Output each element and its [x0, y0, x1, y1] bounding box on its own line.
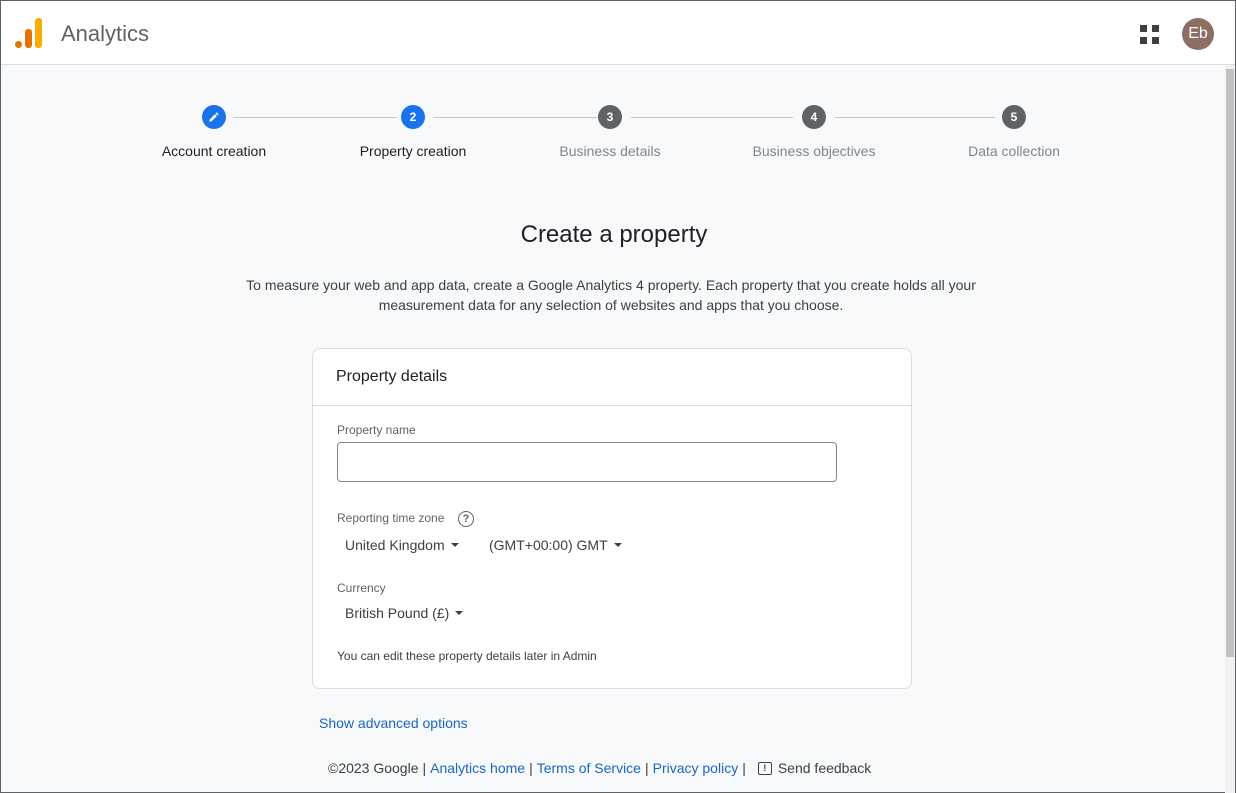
- step-property-creation[interactable]: 2 Property creation: [313, 105, 513, 159]
- currency-select-value: British Pound (£): [345, 605, 450, 621]
- analytics-home-link[interactable]: Analytics home: [430, 760, 525, 776]
- card-header: Property details: [313, 349, 911, 406]
- step-business-details: 3 Business details: [510, 105, 710, 159]
- step-business-objectives: 4 Business objectives: [714, 105, 914, 159]
- dropdown-caret-icon: [455, 611, 464, 615]
- currency-label: Currency: [337, 581, 386, 595]
- help-icon[interactable]: ?: [458, 511, 474, 527]
- separator: |: [742, 760, 746, 776]
- pencil-icon: [202, 105, 226, 129]
- step-label: Property creation: [359, 143, 467, 159]
- footer: ©2023 Google | Analytics home | Terms of…: [328, 760, 871, 776]
- step-label: Account creation: [161, 143, 267, 159]
- step-label: Business details: [559, 143, 661, 159]
- timezone-label: Reporting time zone: [337, 511, 445, 525]
- description-line: measurement data for any selection of we…: [378, 297, 844, 313]
- page-description: To measure your web and app data, create…: [201, 275, 1021, 315]
- step-number: 2: [401, 105, 425, 129]
- timezone-select[interactable]: (GMT+00:00) GMT: [489, 537, 622, 553]
- copyright: ©2023 Google: [328, 760, 419, 776]
- feedback-icon[interactable]: !: [757, 761, 772, 775]
- dropdown-caret-icon: [450, 543, 459, 547]
- description-line: To measure your web and app data, create…: [246, 277, 976, 293]
- property-details-card: Property details Property name Reporting…: [312, 348, 912, 689]
- timezone-select-value: (GMT+00:00) GMT: [489, 537, 608, 553]
- terms-of-service-link[interactable]: Terms of Service: [537, 760, 641, 776]
- scrollbar-thumb[interactable]: [1226, 69, 1234, 657]
- step-number: 5: [1002, 105, 1026, 129]
- privacy-policy-link[interactable]: Privacy policy: [653, 760, 739, 776]
- property-name-input[interactable]: [337, 442, 837, 482]
- dropdown-caret-icon: [613, 543, 622, 547]
- country-select-value: United Kingdom: [345, 537, 445, 553]
- separator: |: [422, 760, 427, 776]
- show-advanced-options-link[interactable]: Show advanced options: [319, 715, 468, 731]
- step-number: 4: [802, 105, 826, 129]
- step-number: 3: [598, 105, 622, 129]
- currency-select[interactable]: British Pound (£): [345, 605, 464, 621]
- page-title: Create a property: [520, 221, 708, 248]
- step-account-creation[interactable]: Account creation: [114, 105, 314, 159]
- edit-later-note: You can edit these property details late…: [337, 649, 597, 663]
- step-data-collection: 5 Data collection: [914, 105, 1114, 159]
- step-label: Data collection: [968, 143, 1060, 159]
- setup-stepper: Account creation 2 Property creation 3 B…: [1, 1, 1227, 201]
- send-feedback-button[interactable]: Send feedback: [778, 760, 871, 776]
- step-label: Business objectives: [752, 143, 876, 159]
- separator: |: [644, 760, 649, 776]
- country-select[interactable]: United Kingdom: [345, 537, 459, 553]
- property-name-label: Property name: [337, 423, 416, 437]
- separator: |: [529, 760, 533, 776]
- scrollbar[interactable]: [1225, 65, 1235, 793]
